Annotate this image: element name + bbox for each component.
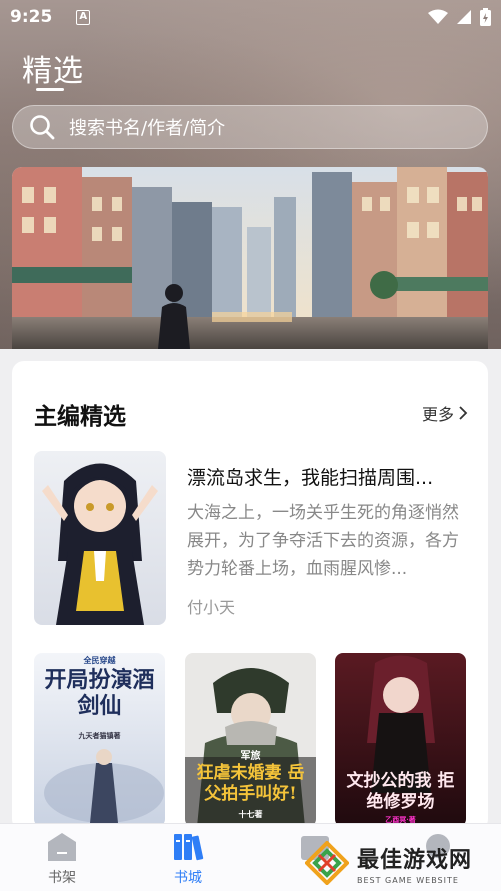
featured-book-title[interactable]: 漂流岛求生，我能扫描周围... bbox=[187, 463, 467, 490]
more-button[interactable]: 更多 bbox=[422, 401, 468, 425]
bookshelf-icon bbox=[48, 833, 76, 861]
watermark-title: 最佳游戏网 bbox=[357, 847, 473, 873]
book-cover-3[interactable]: 文抄公的我 拒绝修罗场 乙酉冥·著 bbox=[335, 653, 466, 827]
battery-icon bbox=[480, 8, 491, 26]
chevron-right-icon bbox=[459, 406, 468, 420]
featured-book-author: 付小天 bbox=[187, 598, 236, 617]
watermark-subtitle: BEST GAME WEBSITE bbox=[357, 875, 459, 885]
editor-picks-card: 主编精选 更多 漂流岛求生，我能扫描周围... 大海之上，一场关乎生死的角逐悄然… bbox=[12, 361, 488, 831]
nav-bookshelf-label: 书架 bbox=[48, 870, 76, 886]
section-title: 主编精选 bbox=[34, 404, 126, 430]
cover-1-title: 开局扮演酒剑仙 bbox=[44, 667, 155, 719]
featured-book-cover[interactable] bbox=[34, 451, 166, 625]
cover-1-tag: 全民穿越 bbox=[83, 655, 116, 665]
cover-1-byline: 九天者猫镇著 bbox=[78, 731, 121, 740]
watermark: 最佳游戏网 BEST GAME WEBSITE bbox=[305, 838, 499, 888]
search-input[interactable]: 搜索书名/作者/简介 bbox=[12, 105, 488, 149]
status-time: 9:25 bbox=[10, 7, 53, 27]
search-icon bbox=[30, 115, 55, 140]
cover-2-title: 狂虐未婚妻 岳父拍手叫好! bbox=[196, 763, 305, 804]
title-underline bbox=[36, 88, 64, 91]
book-cover-2[interactable]: 军旅 狂虐未婚妻 岳父拍手叫好! 十七著 bbox=[185, 653, 316, 827]
search-placeholder: 搜索书名/作者/简介 bbox=[69, 118, 226, 139]
book-cover-1[interactable]: 全民穿越 开局扮演酒剑仙 九天者猫镇著 bbox=[34, 653, 165, 827]
notification-icon: A bbox=[76, 9, 91, 25]
nav-bookstore-label: 书城 bbox=[174, 870, 202, 886]
nav-bookshelf[interactable]: 书架 bbox=[12, 824, 112, 891]
cover-3-title: 文抄公的我 拒绝修罗场 bbox=[346, 771, 455, 812]
cover-2-byline: 十七著 bbox=[238, 809, 263, 819]
page-title[interactable]: 精选 bbox=[22, 46, 84, 90]
more-label: 更多 bbox=[421, 405, 454, 424]
nav-bookstore[interactable]: 书城 bbox=[138, 824, 238, 891]
status-bar: 9:25 A bbox=[0, 0, 501, 34]
featured-book-description: 大海之上，一场关乎生死的角逐悄然展开，为了争夺活下去的资源，各方势力轮番上场，血… bbox=[187, 503, 459, 579]
watermark-logo bbox=[305, 841, 349, 885]
cover-2-tag: 军旅 bbox=[240, 751, 261, 762]
content-area: 主编精选 更多 漂流岛求生，我能扫描周围... 大海之上，一场关乎生死的角逐悄然… bbox=[0, 349, 501, 831]
wifi-icon bbox=[428, 9, 448, 24]
city-street-illustration bbox=[12, 167, 488, 349]
promo-banner[interactable] bbox=[12, 167, 488, 349]
signal-icon bbox=[457, 10, 471, 24]
bookstore-icon bbox=[174, 834, 204, 861]
